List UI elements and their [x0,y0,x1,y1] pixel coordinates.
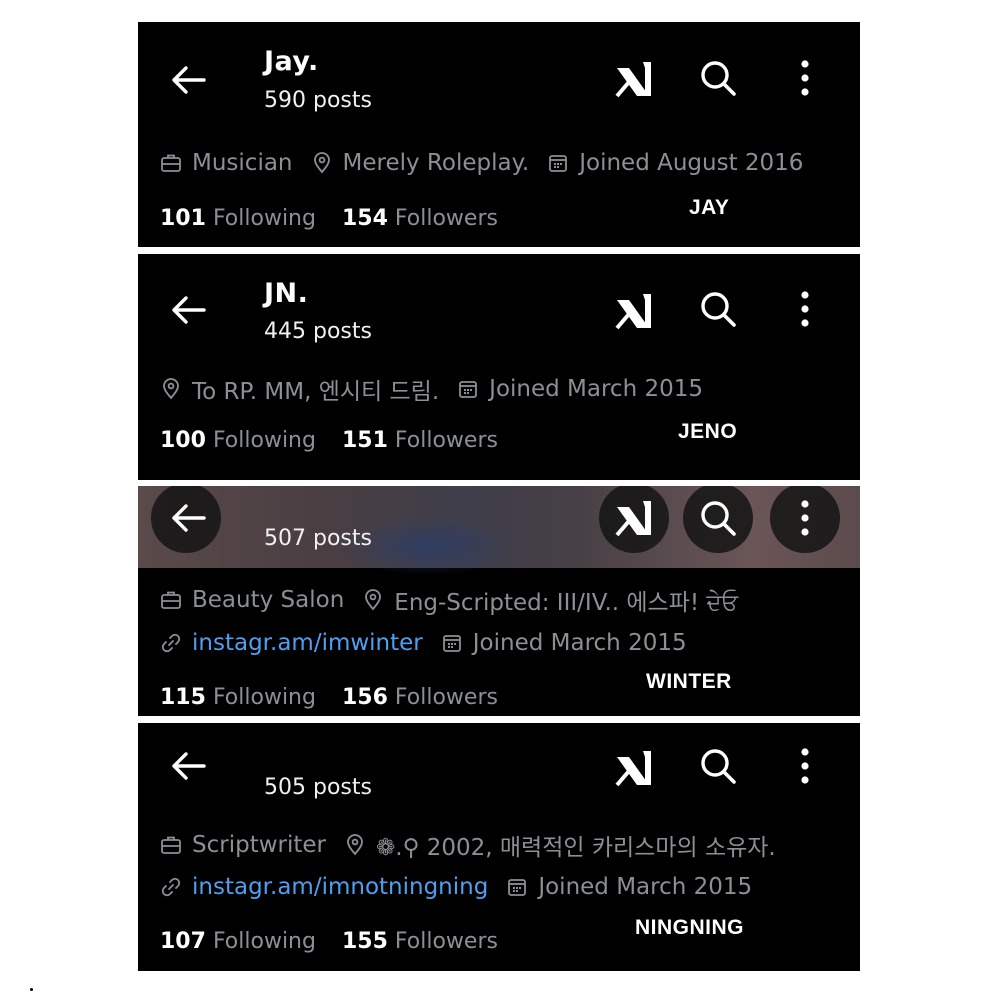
profile-category: Beauty Salon [192,587,345,613]
profile-category: Musician [192,150,293,176]
followers-link[interactable]: 155 Followers [342,929,498,954]
post-count: 590 posts [264,88,372,113]
follow-stats: 100 Following 151 Followers [160,428,498,453]
grok-icon[interactable] [615,499,655,537]
follow-stats: 101 Following 154 Followers [160,206,498,231]
follow-stats: 107 Following 155 Followers [160,929,498,954]
briefcase-icon [160,152,182,174]
member-tag: NINGNING [635,916,744,939]
calendar-icon [441,632,463,654]
location-pin-icon [362,589,384,611]
back-arrow-icon[interactable] [168,294,208,326]
calendar-icon [506,876,528,898]
profile-header-winter: 507 posts Beauty Salon Eng-Scripted: III… [138,486,860,716]
following-link[interactable]: 101 Following [160,206,316,231]
profile-location: Merely Roleplay. [342,150,530,176]
grok-icon[interactable] [615,60,655,98]
followers-link[interactable]: 156 Followers [342,685,498,710]
profile-website-link[interactable]: instagr.am/imwinter [192,630,423,656]
search-icon[interactable] [698,289,738,329]
location-pin-icon [311,152,333,174]
post-count: 507 posts [264,526,372,551]
profile-info-line-2: instagr.am/imwinter Joined March 2015 [160,630,687,656]
member-tag: WINTER [646,670,732,693]
search-icon[interactable] [698,498,738,538]
profile-category: Scriptwriter [192,832,326,858]
profile-info-line: Beauty Salon Eng-Scripted: III/IV.. 에스파!… [160,583,738,617]
post-count: 505 posts [264,775,372,800]
followers-link[interactable]: 154 Followers [342,206,498,231]
back-arrow-icon[interactable] [168,750,208,782]
profile-location: To RP. MM, 엔시티 드림. [192,379,440,405]
profile-header-jeno: JN. 445 posts To RP. MM, 엔시티 드림. Joined … [138,254,860,480]
more-options-icon[interactable] [798,58,812,98]
profile-info-line: To RP. MM, 엔시티 드림. Joined March 2015 [160,372,703,406]
member-tag: JAY [689,196,730,219]
link-icon [160,632,182,654]
search-icon[interactable] [698,58,738,98]
profile-info-line-2: instagr.am/imnotningning Joined March 20… [160,874,752,900]
profile-info-line: Musician Merely Roleplay. Joined August … [160,150,803,176]
joined-date: Joined March 2015 [489,376,703,402]
followers-link[interactable]: 151 Followers [342,428,498,453]
profile-header-ningning: 505 posts Scriptwriter ❁.⚲ 2002, 매력적인 카리… [138,723,860,971]
post-count: 445 posts [264,319,372,344]
profile-name: Jay. [264,46,319,77]
briefcase-icon [160,834,182,856]
more-options-icon[interactable] [798,498,812,538]
calendar-icon [457,378,479,400]
more-options-icon[interactable] [798,289,812,329]
joined-date: Joined March 2015 [538,874,753,900]
profile-location: Eng-Scripted: III/IV.. 에스파! ਦੇਓ [394,590,739,616]
profile-website-link[interactable]: instagr.am/imnotningning [192,874,488,900]
briefcase-icon [160,589,182,611]
back-arrow-icon[interactable] [168,64,208,96]
following-link[interactable]: 107 Following [160,929,316,954]
joined-date: Joined August 2016 [579,150,804,176]
search-icon[interactable] [698,746,738,786]
profile-info-line: Scriptwriter ❁.⚲ 2002, 매력적인 카리스마의 소유자. [160,828,776,862]
joined-date: Joined March 2015 [472,630,687,656]
grok-icon[interactable] [615,749,655,787]
more-options-icon[interactable] [798,746,812,786]
following-link[interactable]: 115 Following [160,685,316,710]
follow-stats: 115 Following 156 Followers [160,685,498,710]
calendar-icon [547,152,569,174]
link-icon [160,876,182,898]
following-link[interactable]: 100 Following [160,428,316,453]
profile-name: JN. [264,278,309,309]
grok-icon[interactable] [615,292,655,330]
member-tag: JENO [678,420,738,443]
location-pin-icon [160,378,182,400]
profile-header-jay: Jay. 590 posts Musician Merely Roleplay.… [138,22,860,247]
back-arrow-icon[interactable] [168,502,208,534]
profile-location: ❁.⚲ 2002, 매력적인 카리스마의 소유자. [376,835,776,861]
location-pin-icon [344,834,366,856]
